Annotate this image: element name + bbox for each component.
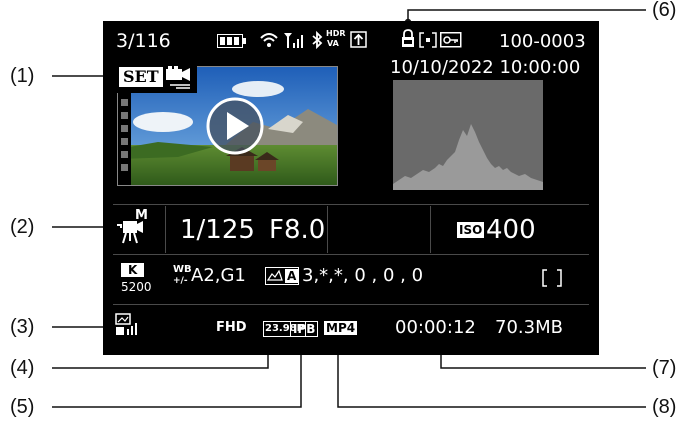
divider-v3 — [430, 206, 431, 253]
movie-resolution: FHD — [216, 320, 247, 335]
iso-label: ISO — [457, 222, 485, 238]
divider-1 — [113, 204, 589, 205]
aperture: F8.0 — [269, 215, 326, 245]
format-badge: MP4 — [324, 321, 358, 335]
movie-mode-letter: M — [135, 208, 148, 223]
camera-lcd-screen: 3/116 HDR VA 100-0003 10/10/2022 10:00:0… — [103, 21, 599, 355]
wifi-icon — [260, 33, 278, 47]
file-size: 70.3MB — [495, 317, 563, 338]
viewing-assist-label: VA — [327, 39, 339, 48]
signal-strength-icon — [284, 33, 303, 48]
wb-shift: A2,G1 — [191, 265, 246, 286]
divider-v1 — [165, 206, 166, 253]
lock-icon — [402, 29, 414, 47]
wb-kelvin: 5200 — [121, 280, 152, 294]
date-time: 10/10/2022 10:00:00 — [390, 57, 581, 78]
picture-style-letter: A — [285, 269, 299, 283]
picture-style-badge: A — [265, 267, 299, 285]
hdr-label: HDR — [326, 29, 346, 38]
divider-v2 — [327, 206, 328, 253]
movie-duration: 00:00:12 — [395, 317, 476, 338]
battery-icon — [217, 34, 246, 48]
protect-key-icon — [440, 32, 462, 48]
play-icon[interactable] — [205, 96, 265, 156]
aspect-frame-icon — [542, 269, 562, 287]
picture-style-icon — [266, 269, 283, 281]
folder-file-number: 100-0003 — [499, 31, 586, 52]
frame-counter: 3/116 — [116, 30, 171, 52]
set-badge: SET — [119, 67, 163, 87]
divider-3 — [113, 304, 589, 305]
divider-2 — [113, 254, 589, 255]
focus-frame-icon — [419, 32, 437, 48]
wb-shift-label: +/- — [173, 276, 188, 286]
picture-style-params: 3,*,*, 0 , 0 , 0 — [302, 265, 424, 286]
protect-transfer-icon — [350, 31, 367, 48]
scene-detect-icon — [115, 313, 137, 335]
compression-badge: IPB — [290, 321, 319, 337]
iso-value: 400 — [486, 215, 536, 245]
brightness-histogram — [393, 80, 543, 190]
wb-mode-badge: K — [121, 263, 145, 277]
bluetooth-icon — [312, 30, 323, 50]
wb-label: WB — [173, 264, 192, 275]
movie-edit-icon — [166, 66, 190, 89]
shutter-speed: 1/125 — [180, 215, 255, 245]
